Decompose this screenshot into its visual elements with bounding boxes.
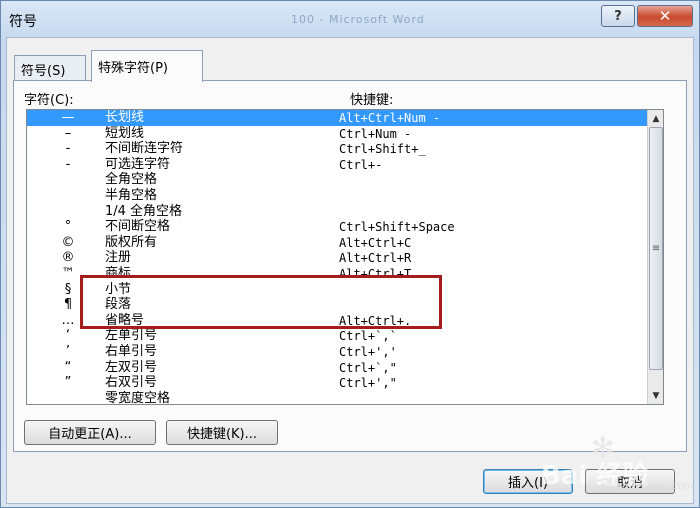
list-scrollbar[interactable]: ▲ ≡ ▼ [647, 110, 663, 404]
list-item-name: 可选连字符 [105, 156, 171, 172]
symbol-dialog: 符号 100 - Microsoft Word ? ✕ 符号(S) 字符(C):… [0, 0, 700, 508]
list-item-symbol: ‘ [65, 328, 71, 344]
list-item-symbol: - [65, 141, 71, 157]
list-item-name: 零宽度空格 [105, 390, 171, 405]
list-item-shortcut: Ctrl+- [339, 157, 383, 172]
list-item-symbol: ™ [61, 266, 75, 281]
list-item-symbol: ° [64, 219, 72, 235]
list-item[interactable]: © 版权所有 Alt+Ctrl+C [27, 235, 647, 251]
list-item-name: 长划线 [105, 110, 145, 125]
list-item-symbol: ¶ [63, 297, 73, 313]
list-item-name: 版权所有 [105, 234, 158, 250]
background-window-title: 100 - Microsoft Word [291, 13, 425, 26]
cancel-button[interactable]: 取消 [585, 469, 675, 494]
list-item-name: 不间断连字符 [105, 141, 184, 157]
list-item[interactable]: … 省略号 Alt+Ctrl+. [27, 313, 647, 329]
list-item-symbol: © [61, 234, 75, 250]
scroll-up-arrow-icon[interactable]: ▲ [648, 110, 663, 127]
list-item[interactable]: 1/4 全角空格 [27, 204, 647, 220]
list-item-name: 左单引号 [105, 328, 158, 344]
list-item[interactable]: ‘ 左单引号 Ctrl+`,` [27, 328, 647, 344]
list-item[interactable]: “ 左双引号 Ctrl+`," [27, 360, 647, 376]
list-item-shortcut: Ctrl+'," [339, 376, 397, 391]
character-column-header: 字符(C): [24, 93, 74, 108]
list-item-symbol: — [61, 110, 75, 125]
dialog-client: 符号(S) 字符(C): 快捷键: 零宽度空格 ” 右双引号 Ctrl+'," “ 左双引… [6, 37, 694, 504]
list-item-symbol: ’ [65, 344, 71, 359]
special-characters-list[interactable]: 零宽度空格 ” 右双引号 Ctrl+'," “ 左双引号 Ctrl+`," ’ 右单引号 Ctrl… [26, 109, 664, 405]
list-item-name: 1/4 全角空格 [105, 203, 183, 219]
list-item[interactable]: 半角空格 [27, 188, 647, 204]
title-bar: 符号 100 - Microsoft Word ? ✕ [1, 1, 699, 39]
tab-special-characters[interactable]: 特殊字符(P) [91, 50, 203, 82]
list-item-shortcut: Ctrl+',' [339, 345, 397, 359]
scrollbar-thumb[interactable]: ≡ [649, 127, 663, 370]
list-item-name: 半角空格 [105, 188, 158, 203]
list-item[interactable]: ¶ 段落 [27, 297, 647, 313]
list-item-name: 商标 [105, 266, 132, 281]
list-item-name: 段落 [105, 297, 132, 313]
list-item[interactable]: – 短划线 Ctrl+Num - [27, 126, 647, 142]
list-item-symbol: ® [61, 250, 75, 266]
tab-symbols[interactable]: 符号(S) [14, 55, 86, 81]
list-item-name: 小节 [105, 281, 132, 297]
list-item-name: 右单引号 [105, 344, 158, 359]
scroll-down-arrow-icon[interactable]: ▼ [648, 387, 663, 404]
list-item-shortcut: Ctrl+Shift+Space [339, 220, 455, 235]
special-characters-panel: 字符(C): 快捷键: 零宽度空格 ” 右双引号 Ctrl+'," “ 左双引号 Ctrl+… [13, 80, 687, 452]
list-item-shortcut: Ctrl+`,` [339, 329, 397, 344]
list-item[interactable]: ° 不间断空格 Ctrl+Shift+Space [27, 219, 647, 235]
list-item-name: 短划线 [105, 125, 145, 141]
list-item-name: 左双引号 [105, 359, 158, 375]
list-item-shortcut: Alt+Ctrl+C [339, 235, 412, 250]
list-item-symbol: … [61, 312, 75, 328]
list-item-shortcut: Alt+Ctrl+R [339, 251, 412, 266]
list-item-symbol: – [64, 125, 72, 141]
shortcut-key-button[interactable]: 快捷键(K)... [166, 420, 278, 445]
list-item[interactable]: ” 右双引号 Ctrl+'," [27, 375, 647, 391]
list-item[interactable]: — 长划线 Alt+Ctrl+Num - [27, 110, 647, 126]
list-item-shortcut: Ctrl+Shift+_ [339, 142, 426, 157]
insert-button[interactable]: 插入(I) [483, 469, 573, 494]
dialog-title: 符号 [9, 14, 37, 30]
list-item-symbol: ” [64, 375, 72, 391]
close-button[interactable]: ✕ [637, 5, 693, 27]
list-item-symbol: “ [64, 359, 72, 375]
list-item-symbol: § [64, 281, 72, 297]
list-item-name: 不间断空格 [105, 219, 171, 235]
list-item-symbol: - [65, 156, 71, 172]
grip-icon: ≡ [651, 243, 661, 254]
list-item-shortcut: Ctrl+Num - [339, 126, 412, 141]
list-item[interactable]: ™ 商标 Alt+Ctrl+T [27, 266, 647, 282]
list-item-shortcut: Alt+Ctrl+T [339, 267, 412, 281]
list-item-shortcut: Ctrl+`," [339, 360, 397, 375]
list-item-name: 注册 [105, 250, 132, 266]
list-item[interactable]: 全角空格 [27, 172, 647, 188]
help-button[interactable]: ? [601, 5, 635, 27]
list-item-name: 全角空格 [105, 172, 158, 188]
list-item-shortcut: Alt+Ctrl+. [339, 313, 412, 328]
shortcut-column-header: 快捷键: [350, 93, 394, 108]
list-item[interactable]: 零宽度空格 [27, 390, 647, 405]
list-item-shortcut: Alt+Ctrl+Num - [339, 111, 441, 125]
list-item[interactable]: - 可选连字符 Ctrl+- [27, 157, 647, 173]
list-item[interactable]: - 不间断连字符 Ctrl+Shift+_ [27, 141, 647, 157]
list-item-name: 右双引号 [105, 375, 158, 391]
list-item-name: 省略号 [105, 312, 145, 328]
list-item[interactable]: § 小节 [27, 282, 647, 298]
autocorrect-button[interactable]: 自动更正(A)... [24, 420, 156, 445]
list-item[interactable]: ® 注册 Alt+Ctrl+R [27, 250, 647, 266]
list-item[interactable]: ’ 右单引号 Ctrl+',' [27, 344, 647, 360]
